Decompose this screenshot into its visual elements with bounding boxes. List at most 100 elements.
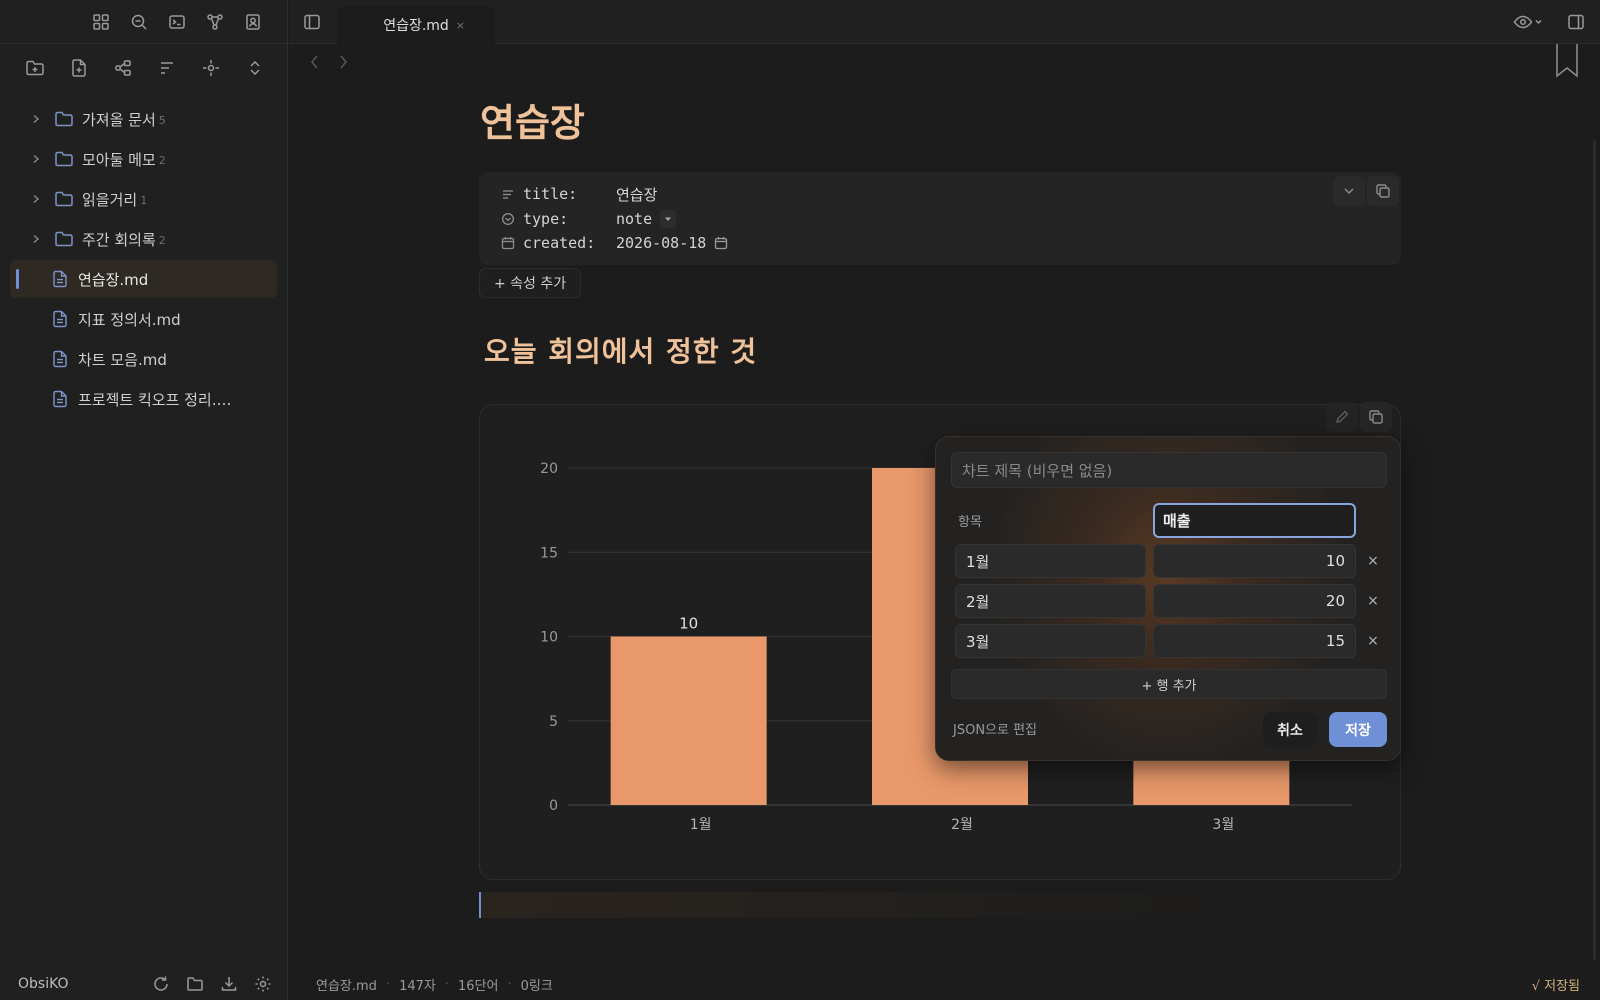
add-row-button[interactable]: + 행 추가 <box>951 669 1387 699</box>
x-tick-label: 3월 <box>1212 817 1234 833</box>
chevron-right-icon[interactable] <box>26 194 46 204</box>
tree-file[interactable]: 지표 정의서.md <box>10 300 277 338</box>
sidebar-ribbon <box>0 0 287 44</box>
remove-row-icon[interactable]: × <box>1364 592 1382 610</box>
copy-chart-icon[interactable] <box>1360 402 1392 432</box>
file-icon <box>52 350 68 368</box>
new-folder-icon[interactable] <box>22 55 48 81</box>
y-tick-label: 15 <box>540 545 558 561</box>
property-value-text: note <box>616 209 653 228</box>
terminal-icon[interactable] <box>164 9 190 35</box>
back-arrow-icon[interactable] <box>310 54 320 70</box>
reading-view-eye-icon[interactable] <box>1511 9 1545 35</box>
status-separator: · <box>385 976 391 992</box>
copy-icon[interactable] <box>1367 176 1399 206</box>
property-key[interactable]: type: <box>523 210 616 228</box>
download-icon[interactable] <box>216 971 242 997</box>
chart-title-input[interactable]: 차트 제목 (비우면 없음) <box>951 452 1387 488</box>
property-value[interactable]: note <box>616 209 677 228</box>
toggle-left-sidebar-icon[interactable] <box>299 9 325 35</box>
chart-title-placeholder: 차트 제목 (비우면 없음) <box>962 461 1113 480</box>
tree-folder[interactable]: 모아둘 메모 2 <box>10 140 277 178</box>
tree-folder[interactable]: 읽을거리 1 <box>10 180 277 218</box>
property-key[interactable]: created: <box>523 234 616 252</box>
sidebar-footer: ObsiKO <box>0 968 288 1000</box>
tree-file-label: 연습장.md <box>78 270 149 289</box>
status-file-name: 연습장.md <box>316 978 377 994</box>
tree-folder-count: 2 <box>158 153 166 167</box>
tree-folder[interactable]: 가져올 문서 5 <box>10 100 277 138</box>
sync-icon[interactable] <box>148 971 174 997</box>
contacts-icon[interactable] <box>240 9 266 35</box>
reveal-active-file-icon[interactable] <box>198 55 224 81</box>
tab-active[interactable]: 연습장.md × <box>337 6 495 44</box>
tree-folder-count: 2 <box>158 233 166 247</box>
open-folder-icon[interactable] <box>182 971 208 997</box>
close-tab-icon[interactable]: × <box>456 19 465 32</box>
tree-folder-count: 1 <box>140 193 148 207</box>
dashboard-icon[interactable] <box>88 9 114 35</box>
row-value-input[interactable]: 20 <box>1153 584 1356 618</box>
expand-collapse-icon[interactable] <box>242 55 268 81</box>
property-key[interactable]: title: <box>523 185 616 203</box>
row-category-input[interactable]: 3월 <box>955 624 1146 658</box>
active-editor-line[interactable] <box>479 892 1279 918</box>
canvas-icon[interactable] <box>110 55 136 81</box>
collapse-properties-icon[interactable] <box>1333 176 1365 206</box>
save-button[interactable]: 저장 <box>1329 712 1387 747</box>
chevron-right-icon[interactable] <box>26 114 46 124</box>
property-row: type: note <box>501 207 1379 232</box>
search-icon[interactable] <box>126 9 152 35</box>
x-tick-label: 1월 <box>690 817 712 833</box>
file-icon <box>52 310 68 328</box>
property-value[interactable]: 연습장 <box>616 184 657 205</box>
row-value-input[interactable]: 10 <box>1153 544 1356 578</box>
remove-row-icon[interactable]: × <box>1364 632 1382 650</box>
new-file-icon[interactable] <box>66 55 92 81</box>
category-column-label: 항목 <box>958 515 982 530</box>
folder-icon <box>54 230 74 248</box>
remove-row-icon[interactable]: × <box>1364 552 1382 570</box>
row-category-value: 1월 <box>966 552 990 571</box>
tab-bar: 연습장.md × <box>289 0 1600 44</box>
folder-icon <box>54 150 74 168</box>
graph-view-icon[interactable] <box>202 9 228 35</box>
explorer-toolbar <box>0 44 287 92</box>
tree-file[interactable]: 프로젝트 킥오프 정리.… <box>10 380 277 418</box>
row-value-text: 10 <box>1325 552 1345 570</box>
dropdown-caret-icon[interactable] <box>660 209 677 228</box>
row-category-input[interactable]: 2월 <box>955 584 1146 618</box>
scrollbar[interactable] <box>1593 140 1596 960</box>
toggle-right-sidebar-icon[interactable] <box>1563 9 1589 35</box>
sort-icon[interactable] <box>154 55 180 81</box>
vault-name[interactable]: ObsiKO <box>18 976 148 992</box>
tree-file[interactable]: 차트 모음.md <box>10 340 277 378</box>
chevron-right-icon[interactable] <box>26 154 46 164</box>
add-property-button[interactable]: + 속성 추가 <box>479 268 582 298</box>
bookmark-icon[interactable] <box>1554 44 1580 80</box>
tree-file-active[interactable]: 연습장.md <box>10 260 277 298</box>
edit-as-json-link[interactable]: JSON으로 편집 <box>953 719 1037 738</box>
row-category-value: 2월 <box>966 592 990 611</box>
file-tree: 가져올 문서 5 모아둘 메모 2 읽을거리 1 주간 회의록 2 연습장.md <box>0 92 287 428</box>
forward-arrow-icon[interactable] <box>338 54 348 70</box>
history-nav <box>310 54 348 70</box>
section-heading[interactable]: 오늘 회의에서 정한 것 <box>484 330 757 370</box>
tree-folder[interactable]: 주간 회의록 2 <box>10 220 277 258</box>
series-name-input[interactable]: 매출 <box>1153 503 1356 538</box>
chevron-right-icon[interactable] <box>26 234 46 244</box>
file-icon <box>52 270 68 288</box>
settings-gear-icon[interactable] <box>250 971 276 997</box>
property-value-text: 2026-08-18 <box>616 234 707 253</box>
property-row: title: 연습장 <box>501 182 1379 207</box>
row-value-input[interactable]: 15 <box>1153 624 1356 658</box>
row-category-input[interactable]: 1월 <box>955 544 1146 578</box>
tree-folder-label: 가져올 문서 <box>82 110 156 129</box>
cancel-button[interactable]: 취소 <box>1263 712 1317 747</box>
page-title[interactable]: 연습장 <box>480 92 585 147</box>
property-value[interactable]: 2026-08-18 <box>616 234 728 252</box>
x-tick-label: 2월 <box>951 817 973 833</box>
edit-pencil-icon[interactable] <box>1326 402 1358 432</box>
date-picker-icon[interactable] <box>714 236 728 250</box>
file-explorer-sidebar: 가져올 문서 5 모아둘 메모 2 읽을거리 1 주간 회의록 2 연습장.md <box>0 0 288 1000</box>
